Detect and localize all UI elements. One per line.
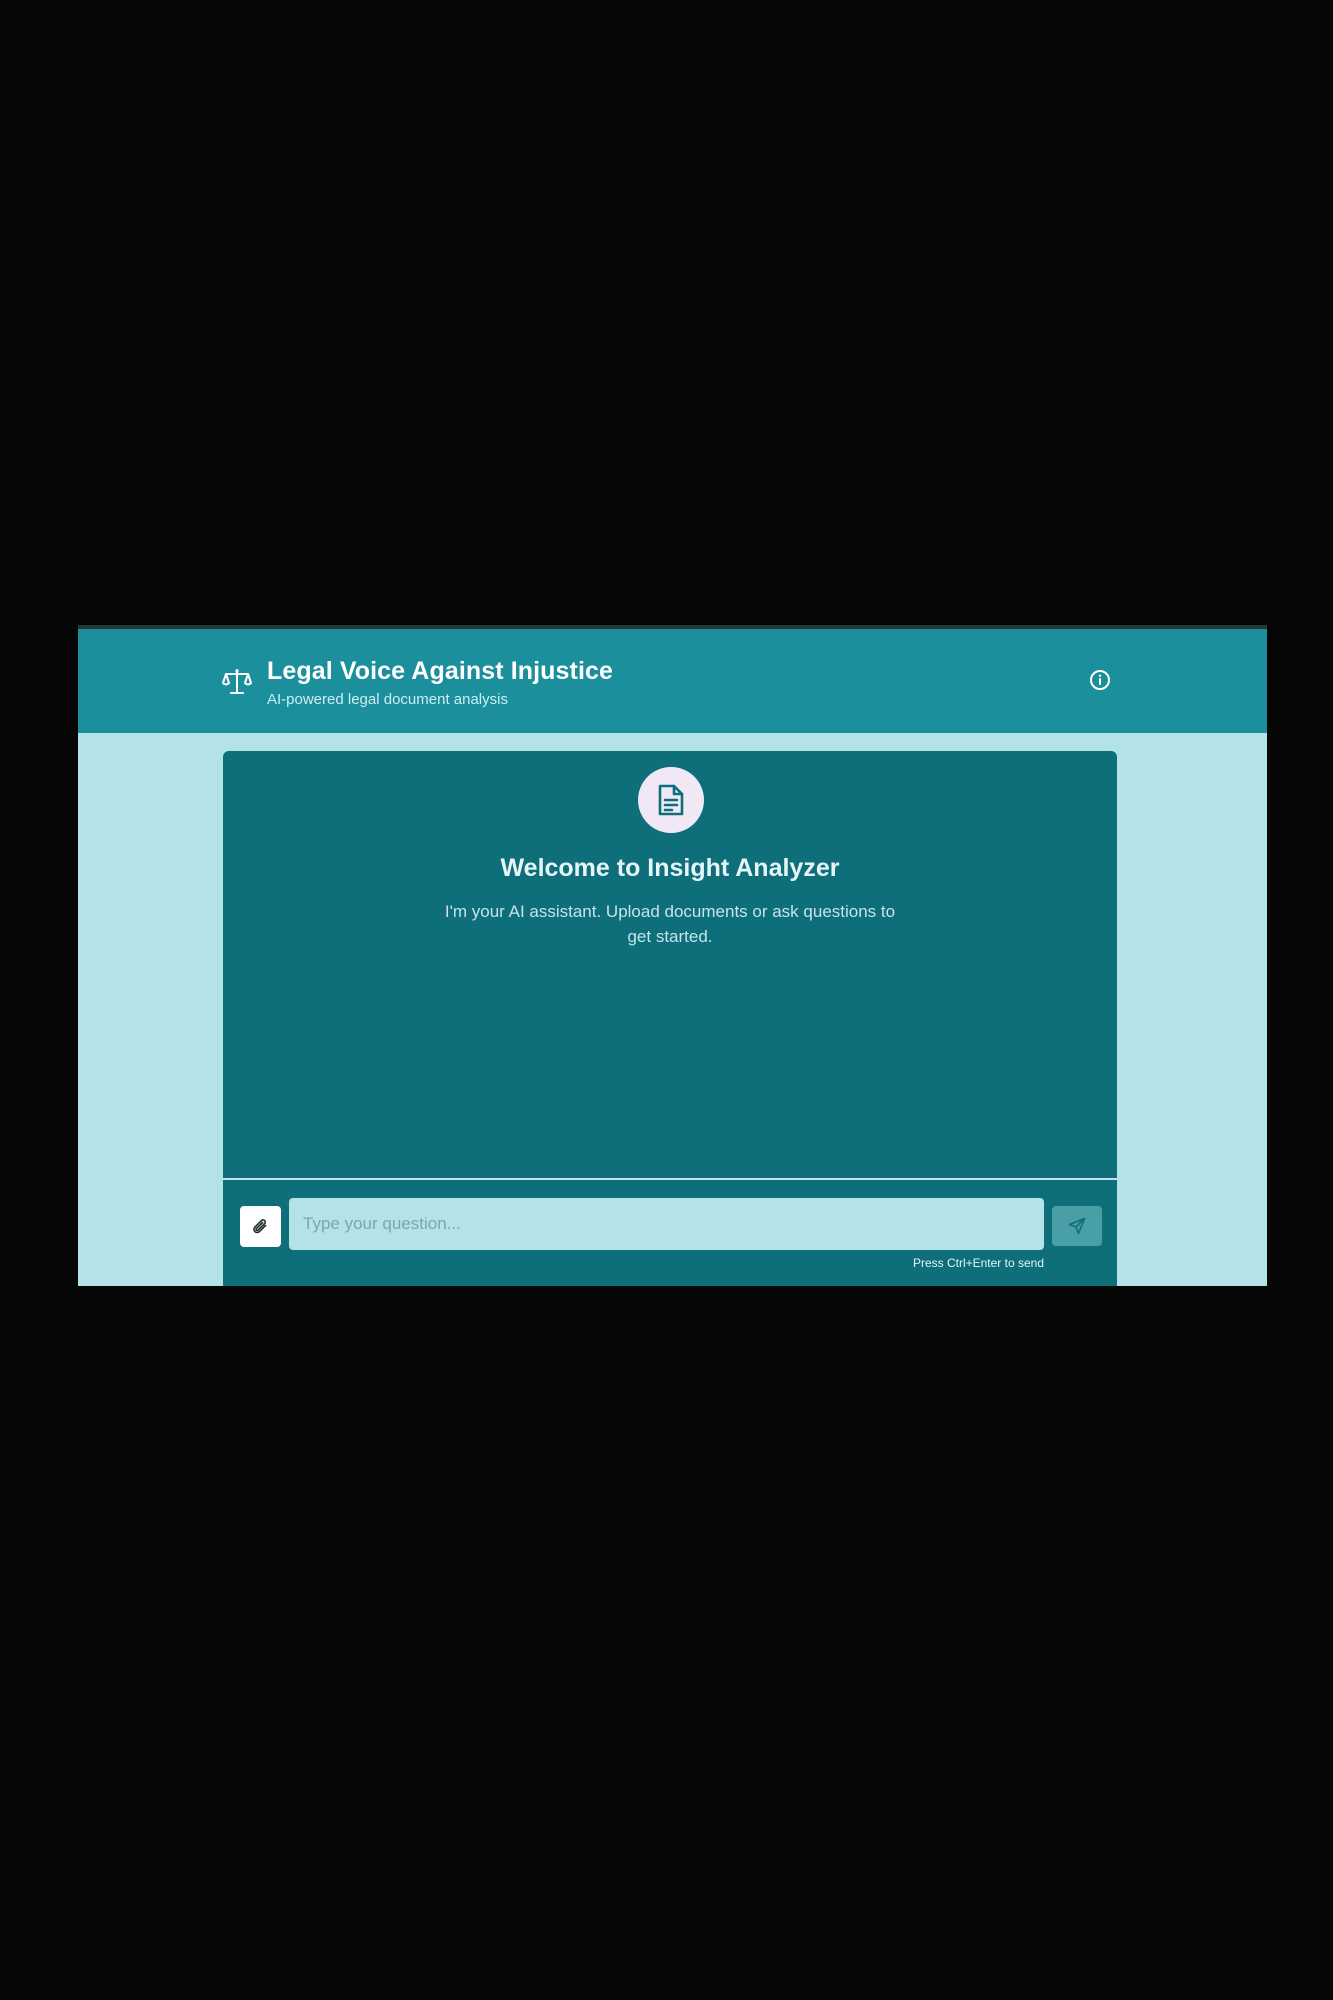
composer-divider	[223, 1178, 1117, 1180]
app-subtitle: AI-powered legal document analysis	[267, 691, 508, 708]
welcome-title: Welcome to Insight Analyzer	[500, 854, 840, 882]
app-window: Legal Voice Against Injustice AI-powered…	[78, 625, 1267, 1286]
welcome-message: I'm your AI assistant. Upload documents …	[444, 902, 896, 946]
welcome-icon-badge	[638, 767, 704, 833]
app-title: Legal Voice Against Injustice	[267, 657, 614, 685]
scales-of-justice-icon	[222, 669, 252, 694]
chat-panel: Welcome to Insight Analyzer I'm your AI …	[223, 751, 1117, 1286]
send-shortcut-hint: Press Ctrl+Enter to send	[912, 1256, 1044, 1270]
paperclip-icon	[253, 1219, 267, 1234]
send-icon	[1068, 1217, 1086, 1235]
info-circle-icon[interactable]	[1088, 668, 1112, 692]
document-icon	[658, 784, 684, 816]
attach-button[interactable]	[240, 1206, 281, 1247]
question-input[interactable]	[289, 1198, 1044, 1250]
app-header: Legal Voice Against Injustice AI-powered…	[78, 629, 1267, 733]
send-button[interactable]	[1052, 1206, 1102, 1246]
